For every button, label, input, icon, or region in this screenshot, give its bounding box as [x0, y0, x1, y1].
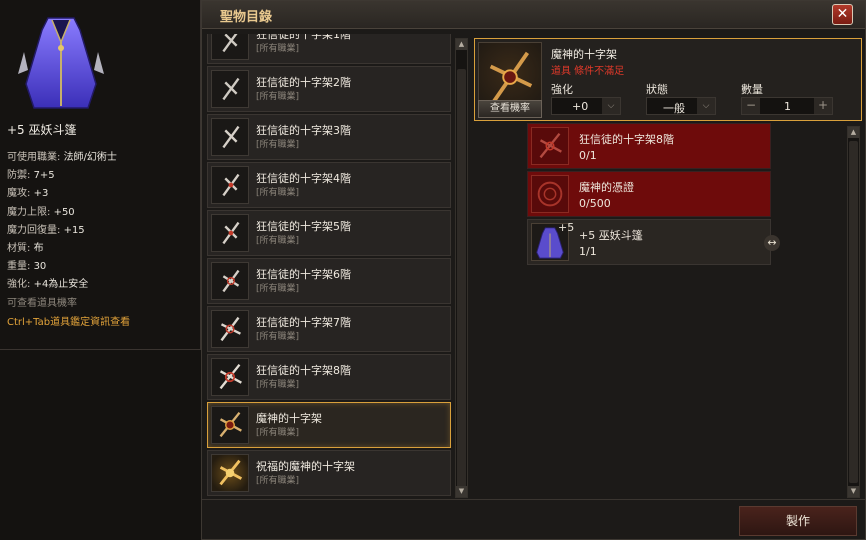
demon-cross-icon — [211, 406, 249, 444]
quantity-label: 數量 — [741, 83, 763, 96]
list-item-class: [所有職業] — [256, 140, 300, 150]
material-item[interactable]: 魔神的憑證 0/500 — [527, 171, 771, 217]
list-item[interactable]: 狂信徒的十字架8階 [所有職業] — [207, 354, 451, 400]
craft-button[interactable]: 製作 — [739, 506, 857, 536]
materials-list: 狂信徒的十字架8階 0/1 魔神的憑證 0/500 +5 +5 巫妖斗篷 1/1… — [472, 123, 860, 499]
list-item-class: [所有職業] — [256, 428, 300, 438]
view-probability-button[interactable]: 查看機率 — [478, 100, 542, 118]
list-item-class: [所有職業] — [256, 188, 300, 198]
material-name: +5 巫妖斗篷 — [579, 229, 643, 242]
tooltip-stats: 可使用職業: 法師/幻術士 防禦: 7+5 魔攻: +3 魔力上限: +50 魔… — [7, 149, 117, 295]
list-item-name: 狂信徒的十字架6階 — [256, 268, 351, 281]
material-name: 狂信徒的十字架8階 — [579, 133, 674, 146]
item-tooltip: +5 巫妖斗篷 可使用職業: 法師/幻術士 防禦: 7+5 魔攻: +3 魔力上… — [0, 0, 201, 350]
requirement-warning: 道具 條件不滿足 — [551, 66, 625, 77]
scroll-down-icon[interactable]: ▼ — [848, 486, 859, 497]
titlebar: 聖物目錄 ✕ — [202, 1, 865, 29]
cross-icon — [531, 127, 569, 165]
close-button[interactable]: ✕ — [832, 4, 853, 25]
recipe-name: 魔神的十字架 — [551, 48, 617, 61]
stat-weight: 重量: 30 — [7, 261, 47, 273]
chevron-down-icon[interactable]: ⌵ — [602, 98, 620, 114]
scroll-down-icon[interactable]: ▼ — [456, 486, 467, 497]
list-item-name: 狂信徒的十字架8階 — [256, 364, 351, 377]
minus-button[interactable]: − — [742, 98, 760, 114]
cross-icon — [211, 214, 249, 252]
list-item-name: 魔神的十字架 — [256, 412, 322, 425]
list-item[interactable]: 狂信徒的十字架1階 [所有職業] — [207, 34, 451, 64]
cross-icon — [211, 34, 249, 60]
status-value: 一般 — [663, 102, 685, 115]
status-label: 狀態 — [646, 83, 668, 96]
cross-icon — [211, 118, 249, 156]
tooltip-probability-hint: 可查看道具機率 — [7, 298, 77, 309]
blessed-demon-cross-icon — [211, 454, 249, 492]
list-item-name: 狂信徒的十字架7階 — [256, 316, 351, 329]
list-item-name: 狂信徒的十字架3階 — [256, 124, 351, 137]
list-item[interactable]: 狂信徒的十字架3階 [所有職業] — [207, 114, 451, 160]
material-count: 1/1 — [579, 245, 597, 258]
list-scrollbar[interactable]: ▲ ▼ — [455, 38, 468, 498]
stat-enhance-safe: 強化: +4為止安全 — [7, 279, 89, 291]
recipe-detail: 查看機率 魔神的十字架 道具 條件不滿足 強化 +0 ⌵ 狀態 一般 ⌵ 數量 … — [474, 38, 862, 121]
list-item-class: [所有職業] — [256, 236, 300, 246]
list-item-name: 祝福的魔神的十字架 — [256, 460, 355, 473]
material-count: 0/500 — [579, 197, 611, 210]
demon-seal-icon — [531, 175, 569, 213]
tooltip-item-name: +5 巫妖斗篷 — [7, 123, 77, 137]
stat-magic-attack: 魔攻: +3 — [7, 188, 49, 200]
tooltip-shortcut-hint: Ctrl+Tab道具鑑定資訊查看 — [7, 317, 131, 328]
list-item-name: 狂信徒的十字架4階 — [256, 172, 351, 185]
stat-mana-regen: 魔力回復量: +15 — [7, 224, 85, 236]
quantity-stepper[interactable]: − 1 + — [741, 97, 833, 115]
stat-material: 材質: 布 — [7, 242, 44, 254]
enhance-value: +0 — [572, 100, 589, 113]
scroll-up-icon[interactable]: ▲ — [456, 39, 467, 50]
chevron-down-icon[interactable]: ⌵ — [697, 98, 715, 114]
relic-catalog-window: 聖物目錄 ✕ 狂信徒的十字架1階 [所有職業] 狂信徒的十字架2階 [所有職業]… — [201, 0, 866, 540]
material-item[interactable]: +5 +5 巫妖斗篷 1/1 — [527, 219, 771, 265]
list-item-class: [所有職業] — [256, 380, 300, 390]
enhance-badge: +5 — [558, 221, 575, 234]
list-item-class: [所有職業] — [256, 44, 300, 54]
list-item-name: 狂信徒的十字架2階 — [256, 76, 351, 89]
material-item[interactable]: 狂信徒的十字架8階 0/1 — [527, 123, 771, 169]
divider — [202, 499, 865, 500]
plus-button[interactable]: + — [814, 98, 832, 114]
stat-max-mana: 魔力上限: +50 — [7, 206, 75, 218]
cross-icon — [211, 166, 249, 204]
status-select[interactable]: 一般 ⌵ — [646, 97, 716, 115]
cross-icon — [211, 70, 249, 108]
stat-defense: 防禦: 7+5 — [7, 170, 55, 182]
cross-icon — [211, 310, 249, 348]
list-item[interactable]: 狂信徒的十字架6階 [所有職業] — [207, 258, 451, 304]
list-item-class: [所有職業] — [256, 284, 300, 294]
list-item[interactable]: 狂信徒的十字架5階 [所有職業] — [207, 210, 451, 256]
list-item-class: [所有職業] — [256, 92, 300, 102]
list-item[interactable]: 狂信徒的十字架7階 [所有職業] — [207, 306, 451, 352]
material-count: 0/1 — [579, 149, 597, 162]
list-item-class: [所有職業] — [256, 332, 300, 342]
enhance-select[interactable]: +0 ⌵ — [551, 97, 621, 115]
relic-list: 狂信徒的十字架1階 [所有職業] 狂信徒的十字架2階 [所有職業] 狂信徒的十字… — [207, 34, 451, 498]
list-item[interactable]: 祝福的魔神的十字架 [所有職業] — [207, 450, 451, 496]
list-item-class: [所有職業] — [256, 476, 300, 486]
materials-scrollbar[interactable]: ▲ ▼ — [847, 126, 860, 498]
scroll-thumb[interactable] — [849, 141, 858, 483]
list-item-selected[interactable]: 魔神的十字架 [所有職業] — [207, 402, 451, 448]
enhance-label: 強化 — [551, 83, 573, 96]
list-item[interactable]: 狂信徒的十字架4階 [所有職業] — [207, 162, 451, 208]
cross-icon — [211, 358, 249, 396]
swap-icon[interactable]: ↔ — [764, 235, 780, 251]
lich-cloak-icon — [18, 17, 104, 109]
material-name: 魔神的憑證 — [579, 181, 634, 194]
list-item-name: 狂信徒的十字架5階 — [256, 220, 351, 233]
stat-class: 可使用職業: 法師/幻術士 — [7, 152, 117, 163]
scroll-up-icon[interactable]: ▲ — [848, 127, 859, 138]
quantity-value[interactable]: 1 — [784, 100, 791, 113]
list-item[interactable]: 狂信徒的十字架2階 [所有職業] — [207, 66, 451, 112]
scroll-thumb[interactable] — [457, 69, 466, 489]
window-title: 聖物目錄 — [220, 10, 273, 25]
cross-icon — [211, 262, 249, 300]
